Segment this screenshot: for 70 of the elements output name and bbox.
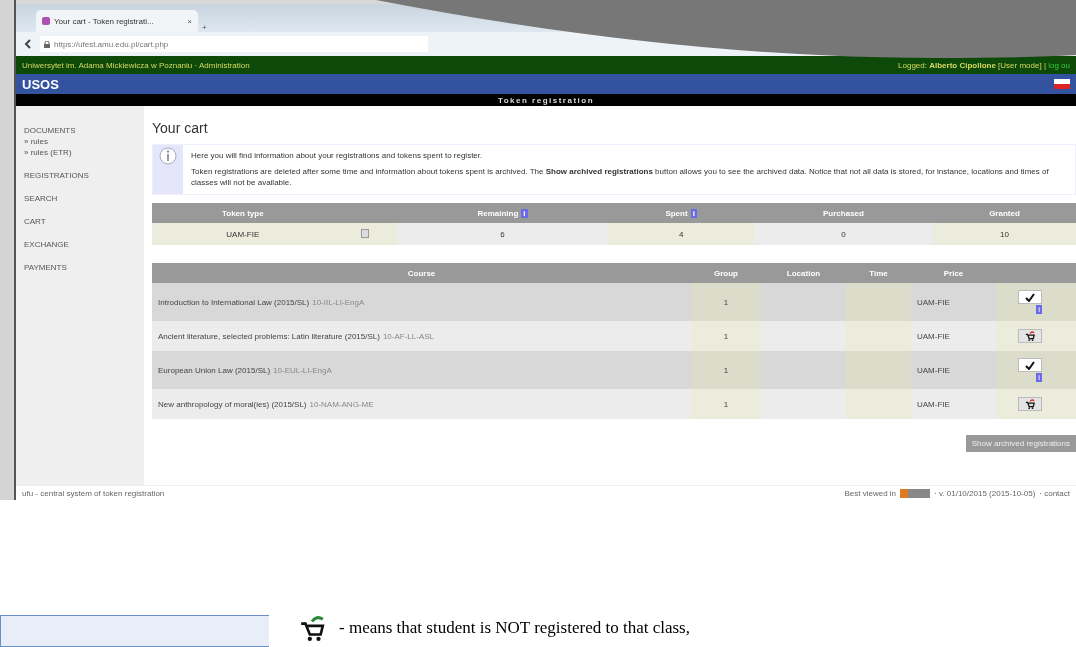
address-field[interactable]: https://ufest.amu.edu.pl/cart.php <box>40 36 428 52</box>
table-cell: 10 <box>932 223 1076 246</box>
table-cell: 0 <box>754 223 933 246</box>
footer-text: · v. 01/10/2015 (2015-10-05) <box>934 488 1036 498</box>
sidebar-item[interactable]: SEARCH <box>24 194 136 203</box>
new-tab-button[interactable]: + <box>202 23 207 32</box>
usos-logo[interactable]: USOS <box>22 76 59 92</box>
info-icon <box>159 147 177 165</box>
column-header: Course <box>152 263 691 284</box>
course-cell: New anthropology of moral(ies) (2015/SL) 10-NAM-ANG-ME <box>152 389 691 420</box>
info-badge[interactable]: i <box>521 208 528 218</box>
register-button[interactable] <box>1018 329 1042 344</box>
section-title: Token registration <box>497 95 595 105</box>
tab-title: Your cart - Token registrati... <box>54 16 155 26</box>
course-cell: European Union Law (2015/SL) 10-EUL-LI-EngA <box>152 351 691 390</box>
university-name: Uniwersytet im. Adama Mickiewicza w Poznaniu · Administration <box>22 60 250 70</box>
footer-text: ufu - central system of token registration <box>22 488 165 498</box>
sidebar-subitem[interactable]: » rules <box>24 137 136 146</box>
info-text: Token registrations are deleted after some time and information about tokens spent is archived. The Show archived registrations button allows you to see the archived data. Notice that not all data is stored, for instance, locations and times of classes will not be available. <box>191 167 1050 189</box>
cart-arrow-icon <box>1025 399 1035 410</box>
info-badge[interactable]: i <box>690 208 697 218</box>
column-header: Remaining i <box>396 203 609 224</box>
browser-badge-icon[interactable] <box>900 488 931 498</box>
login-info: Logged: Alberto Cipollone [User mode] | log ou <box>898 60 1070 70</box>
cart-arrow-icon <box>1025 331 1035 342</box>
group-cell: 1 <box>691 321 761 352</box>
price-cell: UAM-FIE <box>911 321 996 352</box>
sidebar-subitem[interactable]: » rules (ETR) <box>24 148 136 157</box>
group-cell: 1 <box>691 389 761 420</box>
sidebar-item[interactable]: DOCUMENTS <box>24 126 136 135</box>
column-header: Time <box>846 263 911 284</box>
sidebar-item[interactable]: REGISTRATIONS <box>24 171 136 180</box>
info-badge[interactable]: i <box>1036 305 1042 315</box>
browser-tab[interactable]: Your cart - Token registrati... × <box>36 10 198 32</box>
table-cell: 6 <box>396 223 609 246</box>
checkmark-icon <box>1025 360 1035 370</box>
column-header: Purchased <box>754 203 933 224</box>
registered-button[interactable] <box>1018 290 1042 305</box>
sidebar-item[interactable]: EXCHANGE <box>24 240 136 249</box>
caption-text: - means that student is NOT registered to that class, <box>339 618 690 638</box>
flag-icon[interactable] <box>1054 79 1070 89</box>
page-title: Your cart <box>152 120 209 136</box>
footer-text: Best viewed in <box>844 488 897 498</box>
sidebar-item[interactable]: PAYMENTS <box>24 263 136 272</box>
column-header: Location <box>761 263 846 284</box>
info-badge[interactable]: i <box>1036 373 1042 383</box>
register-button[interactable] <box>1018 397 1042 412</box>
registered-button[interactable] <box>1018 358 1042 373</box>
column-header: Granted <box>932 203 1076 224</box>
lock-icon <box>44 40 50 48</box>
price-cell: UAM-FIE <box>911 283 996 322</box>
table-cell: UAM-FIE <box>152 223 334 246</box>
tab-close[interactable]: × <box>187 16 192 26</box>
favicon-icon <box>42 17 50 25</box>
checkmark-icon <box>1025 292 1035 302</box>
column-header: Spent i <box>608 203 754 224</box>
course-cell: Introduction to International Law (2015/SL) 10-IIL-LI-EngA <box>152 283 691 322</box>
group-cell: 1 <box>691 351 761 390</box>
column-header: Token type <box>152 203 334 224</box>
info-text: Here you will find information about your registrations and tokens spent to register. <box>191 151 484 162</box>
table-cell: 4 <box>608 223 754 246</box>
column-header: Group <box>691 263 761 284</box>
cart-arrow-icon <box>299 615 325 641</box>
price-cell: UAM-FIE <box>911 351 996 390</box>
sidebar-item[interactable]: CART <box>24 217 136 226</box>
price-cell: UAM-FIE <box>911 389 996 420</box>
group-cell: 1 <box>691 283 761 322</box>
contact-link[interactable]: · contact <box>1039 488 1070 498</box>
column-header: Price <box>911 263 996 284</box>
course-cell: Ancient literature, selected problems: Latin literature (2015/SL) 10-AF-LL-ASL <box>152 321 691 352</box>
